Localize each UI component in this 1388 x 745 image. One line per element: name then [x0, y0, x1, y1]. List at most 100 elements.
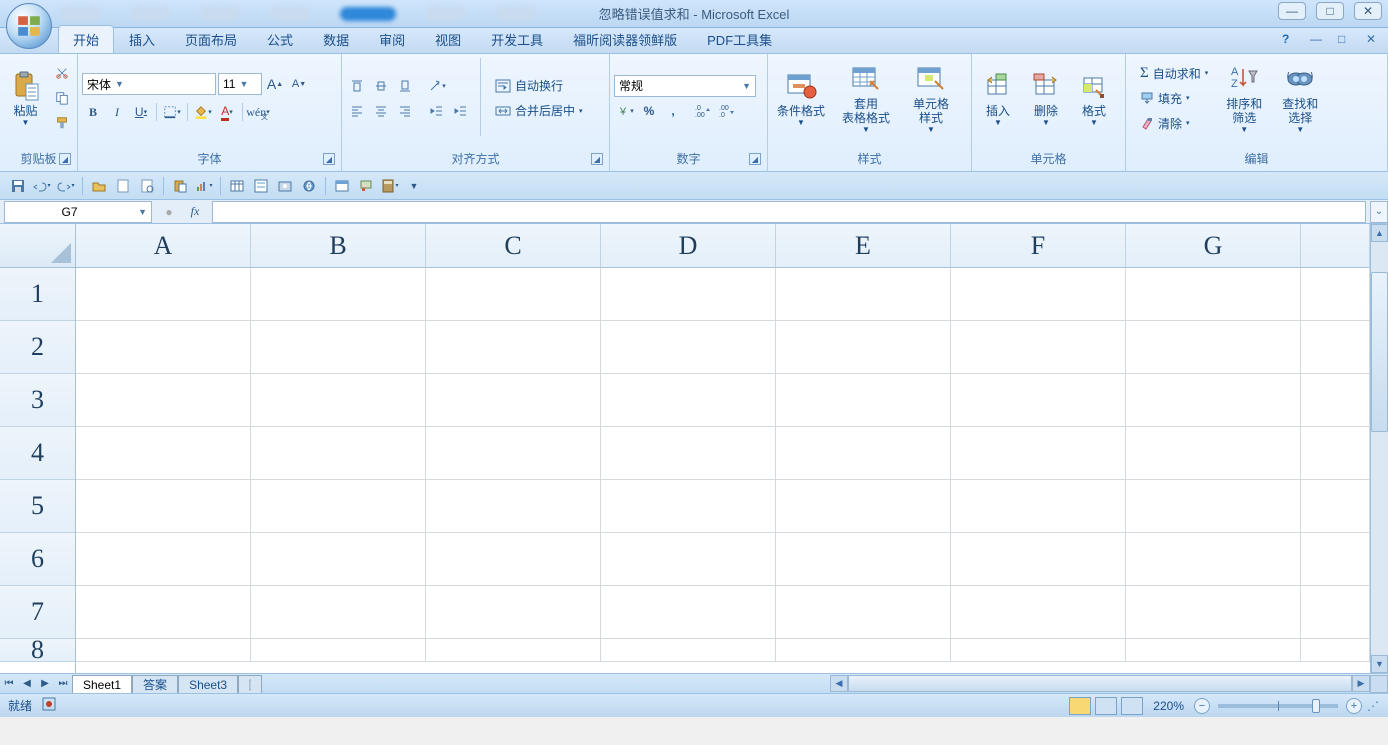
cell[interactable] — [1301, 480, 1370, 533]
cell[interactable] — [251, 586, 426, 639]
office-button[interactable] — [6, 3, 52, 49]
redo-button[interactable]: ▾ — [56, 176, 76, 196]
fx-button[interactable]: fx — [184, 201, 206, 223]
tab-home[interactable]: 开始 — [58, 25, 114, 53]
cell[interactable] — [951, 533, 1126, 586]
cell[interactable] — [426, 268, 601, 321]
orientation-button[interactable]: ▾ — [426, 75, 448, 97]
copy-button[interactable] — [51, 87, 73, 109]
qat-paste-button[interactable] — [170, 176, 190, 196]
col-header-f[interactable]: F — [951, 224, 1126, 268]
cell[interactable] — [76, 586, 251, 639]
cell[interactable] — [1126, 374, 1301, 427]
cell[interactable] — [426, 321, 601, 374]
cell[interactable] — [951, 639, 1126, 662]
cell[interactable] — [601, 533, 776, 586]
cell[interactable] — [76, 268, 251, 321]
cell[interactable] — [601, 480, 776, 533]
scroll-down-button[interactable]: ▼ — [1371, 655, 1388, 673]
cell[interactable] — [776, 321, 951, 374]
insert-cells-button[interactable]: 插入▼ — [976, 58, 1020, 138]
cell[interactable] — [251, 374, 426, 427]
format-as-table-button[interactable]: 套用 表格格式▼ — [834, 58, 898, 138]
col-header-g[interactable]: G — [1126, 224, 1301, 268]
percent-button[interactable]: % — [638, 100, 660, 122]
sheet-tab-3[interactable]: Sheet3 — [178, 675, 238, 694]
tab-data[interactable]: 数据 — [308, 25, 364, 53]
cell[interactable] — [426, 639, 601, 662]
cell[interactable] — [951, 321, 1126, 374]
cell[interactable] — [1126, 321, 1301, 374]
cell[interactable] — [951, 586, 1126, 639]
help-icon[interactable]: ? — [1282, 32, 1296, 46]
align-top-button[interactable] — [346, 75, 368, 97]
undo-button[interactable]: ▾ — [32, 176, 52, 196]
decrease-indent-button[interactable] — [426, 100, 448, 122]
cell[interactable] — [251, 268, 426, 321]
cell[interactable] — [601, 268, 776, 321]
cancel-formula-button[interactable]: ● — [158, 201, 180, 223]
page-layout-view-button[interactable] — [1095, 697, 1117, 715]
cell[interactable] — [251, 639, 426, 662]
autosum-button[interactable]: Σ自动求和▾ — [1134, 62, 1214, 84]
qat-form-button[interactable] — [251, 176, 271, 196]
tab-page-layout[interactable]: 页面布局 — [170, 25, 252, 53]
cell[interactable] — [601, 639, 776, 662]
bold-button[interactable]: B — [82, 101, 104, 123]
v-scroll-thumb[interactable] — [1371, 272, 1388, 432]
cell[interactable] — [426, 427, 601, 480]
underline-button[interactable]: U▾ — [130, 101, 152, 123]
sheet-tab-2[interactable]: 答案 — [132, 675, 178, 694]
cell[interactable] — [601, 374, 776, 427]
expand-formula-bar[interactable]: ⌄ — [1370, 201, 1388, 223]
align-launcher[interactable]: ◢ — [591, 153, 603, 165]
conditional-format-button[interactable]: 条件格式▼ — [772, 58, 830, 138]
qat-link-button[interactable] — [299, 176, 319, 196]
format-cells-button[interactable]: 格式▼ — [1072, 58, 1116, 138]
page-break-view-button[interactable] — [1121, 697, 1143, 715]
prev-sheet-button[interactable]: ◀ — [18, 675, 36, 693]
cell[interactable] — [76, 427, 251, 480]
cell[interactable] — [776, 533, 951, 586]
cell[interactable] — [1301, 586, 1370, 639]
col-header-b[interactable]: B — [251, 224, 426, 268]
find-select-button[interactable]: 查找和 选择▼ — [1274, 58, 1326, 138]
vertical-scrollbar[interactable]: ▲ ▼ — [1370, 224, 1388, 673]
cell[interactable] — [426, 533, 601, 586]
row-header-7[interactable]: 7 — [0, 586, 75, 639]
select-all-button[interactable] — [0, 224, 75, 268]
cell[interactable] — [76, 321, 251, 374]
cell[interactable] — [1301, 533, 1370, 586]
col-header-e[interactable]: E — [776, 224, 951, 268]
row-header-6[interactable]: 6 — [0, 533, 75, 586]
comma-button[interactable]: , — [662, 100, 684, 122]
cut-button[interactable] — [51, 62, 73, 84]
increase-indent-button[interactable] — [450, 100, 472, 122]
h-scroll-thumb[interactable] — [848, 675, 1352, 692]
cell[interactable] — [601, 586, 776, 639]
scroll-right-button[interactable]: ▶ — [1352, 675, 1370, 692]
paste-button[interactable]: 粘贴 ▼ — [4, 58, 47, 138]
scroll-left-button[interactable]: ◀ — [830, 675, 848, 692]
qat-open-button[interactable] — [89, 176, 109, 196]
cell[interactable] — [1126, 639, 1301, 662]
cell[interactable] — [1301, 374, 1370, 427]
shrink-font-button[interactable]: A▼ — [288, 73, 310, 95]
row-header-2[interactable]: 2 — [0, 321, 75, 374]
cell[interactable] — [1126, 427, 1301, 480]
cell[interactable] — [776, 427, 951, 480]
qat-customize-button[interactable]: ▼ — [404, 176, 424, 196]
cell[interactable] — [776, 374, 951, 427]
col-header-d[interactable]: D — [601, 224, 776, 268]
new-sheet-button[interactable] — [238, 675, 262, 694]
tab-view[interactable]: 视图 — [420, 25, 476, 53]
row-header-5[interactable]: 5 — [0, 480, 75, 533]
zoom-in-button[interactable]: + — [1346, 698, 1362, 714]
italic-button[interactable]: I — [106, 101, 128, 123]
qat-screenshot-button[interactable] — [275, 176, 295, 196]
delete-cells-button[interactable]: 删除▼ — [1024, 58, 1068, 138]
cell[interactable] — [426, 374, 601, 427]
cell[interactable] — [1126, 533, 1301, 586]
tab-foxit[interactable]: 福昕阅读器领鲜版 — [558, 25, 692, 53]
align-right-button[interactable] — [394, 100, 416, 122]
